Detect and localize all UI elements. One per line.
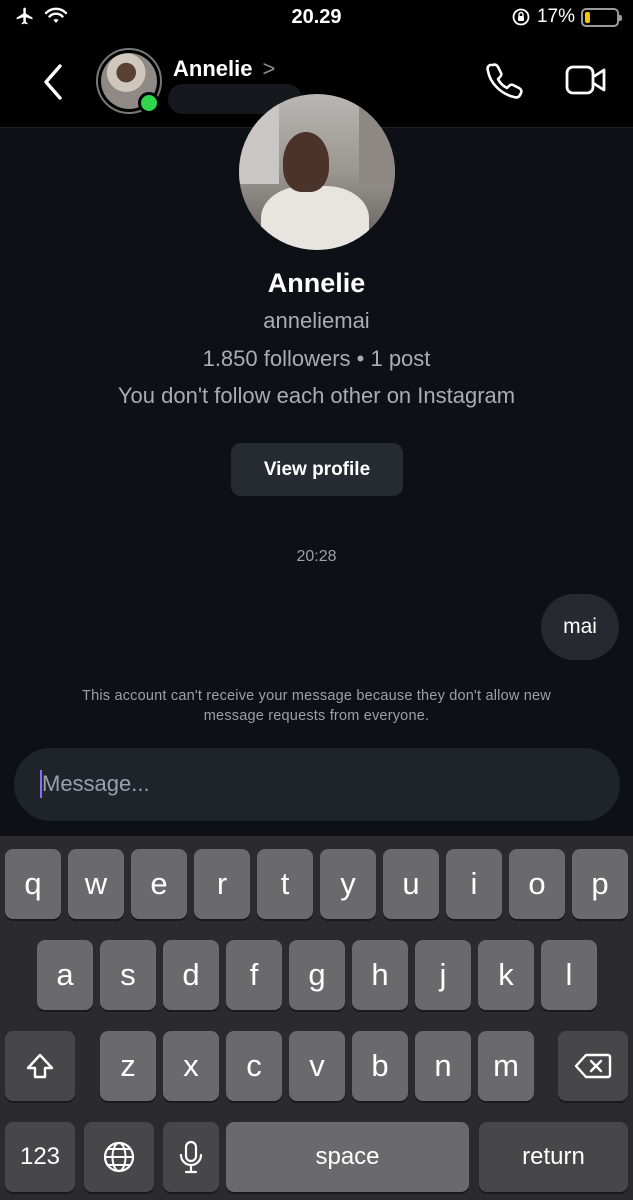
profile-stats: 1.850 followers • 1 post — [202, 346, 431, 371]
key-z[interactable]: z — [100, 1031, 156, 1101]
key-r[interactable]: r — [194, 849, 250, 919]
key-b[interactable]: b — [352, 1031, 408, 1101]
profile-avatar[interactable] — [239, 94, 395, 250]
key-u[interactable]: u — [383, 849, 439, 919]
chevron-right-icon: > — [262, 56, 276, 81]
space-key[interactable]: space — [226, 1122, 469, 1192]
video-icon[interactable] — [564, 62, 608, 98]
avatar-shirt — [261, 186, 369, 250]
key-p[interactable]: p — [572, 849, 628, 919]
message-timestamp: 20:28 — [296, 548, 337, 565]
follow-status: You don't follow each other on Instagram — [117, 383, 516, 408]
battery-icon — [581, 7, 622, 27]
globe-icon — [103, 1141, 135, 1173]
key-w[interactable]: w — [68, 849, 124, 919]
key-l[interactable]: l — [541, 940, 597, 1010]
avatar-hair — [283, 132, 329, 192]
header-name-text: Annelie — [173, 56, 253, 81]
avatar-background-2 — [359, 104, 395, 184]
key-v[interactable]: v — [289, 1031, 345, 1101]
sent-message-bubble[interactable]: mai — [541, 594, 619, 660]
key-f[interactable]: f — [226, 940, 282, 1010]
profile-username: anneliemai — [263, 308, 370, 333]
key-d[interactable]: d — [163, 940, 219, 1010]
key-j[interactable]: j — [415, 940, 471, 1010]
key-y[interactable]: y — [320, 849, 376, 919]
header-name[interactable]: Annelie > — [173, 56, 275, 82]
message-restriction-notice: This account can't receive your message … — [82, 688, 551, 724]
key-g[interactable]: g — [289, 940, 345, 1010]
key-q[interactable]: q — [5, 849, 61, 919]
key-i[interactable]: i — [446, 849, 502, 919]
message-input[interactable] — [42, 769, 582, 799]
status-right: 17% — [511, 6, 622, 28]
back-icon[interactable] — [36, 60, 72, 104]
key-n[interactable]: n — [415, 1031, 471, 1101]
key-m[interactable]: m — [478, 1031, 534, 1101]
status-bar: 20.29 17% — [0, 0, 633, 38]
globe-key[interactable] — [84, 1122, 154, 1192]
backspace-key[interactable] — [558, 1031, 628, 1101]
shift-icon — [26, 1053, 54, 1079]
numbers-key[interactable]: 123 — [5, 1122, 75, 1192]
microphone-key[interactable] — [163, 1122, 219, 1192]
phone-icon[interactable] — [484, 60, 524, 100]
key-t[interactable]: t — [257, 849, 313, 919]
microphone-icon — [179, 1140, 203, 1174]
key-k[interactable]: k — [478, 940, 534, 1010]
key-h[interactable]: h — [352, 940, 408, 1010]
key-c[interactable]: c — [226, 1031, 282, 1101]
shift-key[interactable] — [5, 1031, 75, 1101]
backspace-icon — [574, 1053, 612, 1079]
return-key[interactable]: return — [479, 1122, 628, 1192]
battery-fill — [585, 11, 590, 23]
orientation-lock-icon — [512, 8, 530, 26]
key-a[interactable]: a — [37, 940, 93, 1010]
avatar-background — [239, 94, 279, 184]
online-indicator — [138, 92, 160, 114]
keyboard: q w e r t y u i o p a s d f g h j k l z … — [0, 836, 633, 1200]
key-e[interactable]: e — [131, 849, 187, 919]
profile-name: Annelie — [267, 268, 366, 298]
key-o[interactable]: o — [509, 849, 565, 919]
key-x[interactable]: x — [163, 1031, 219, 1101]
view-profile-button[interactable]: View profile — [231, 443, 403, 496]
battery-percent: 17% — [536, 6, 575, 27]
key-s[interactable]: s — [100, 940, 156, 1010]
